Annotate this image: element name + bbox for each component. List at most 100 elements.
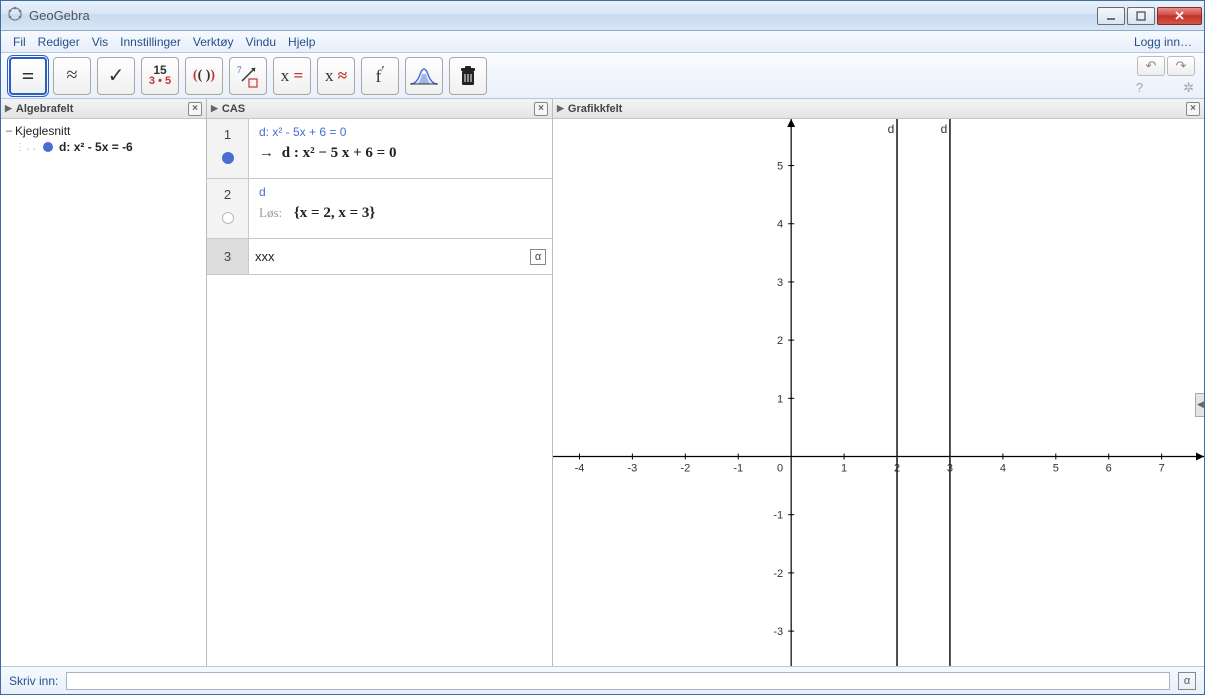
svg-text:4: 4 — [777, 219, 783, 231]
cas-input-text: d: x² - 5x + 6 = 0 — [259, 125, 542, 139]
tool-evaluate-numeric[interactable]: ≈ — [53, 57, 91, 95]
tool-solve-exact[interactable]: x = — [273, 57, 311, 95]
svg-text:0: 0 — [777, 463, 783, 475]
factor-bottom: 3 • 5 — [149, 76, 171, 87]
graphics-panel-header[interactable]: ▶ Grafikkfelt × — [553, 99, 1204, 119]
svg-text:5: 5 — [777, 161, 783, 173]
svg-text:5: 5 — [1053, 463, 1059, 475]
menu-innstillinger[interactable]: Innstillinger — [114, 33, 187, 51]
menu-rediger[interactable]: Rediger — [32, 33, 86, 51]
tool-delete[interactable] — [449, 57, 487, 95]
algebra-panel-header[interactable]: ▶ Algebrafelt × — [1, 99, 206, 119]
cas-input-text: d — [259, 185, 542, 199]
triangle-icon: ▶ — [557, 103, 564, 114]
object-dot-icon — [43, 142, 53, 152]
close-icon[interactable]: × — [188, 102, 202, 116]
toolbar-right: ↶ ↷ ? ✲ — [1136, 56, 1196, 96]
cas-row-3[interactable]: 3 α — [207, 239, 552, 275]
minimize-button[interactable] — [1097, 7, 1125, 25]
tool-probability[interactable] — [405, 57, 443, 95]
svg-text:2: 2 — [777, 335, 783, 347]
svg-text:-3: -3 — [773, 626, 783, 638]
window-controls — [1097, 7, 1202, 25]
menubar: Fil Rediger Vis Innstillinger Verktøy Vi… — [1, 31, 1204, 53]
cas-row-number: 3 — [207, 239, 249, 274]
menu-hjelp[interactable]: Hjelp — [282, 33, 321, 51]
algebra-panel-body: − Kjeglesnitt ⋮.. d: x² - 5x = -6 — [1, 119, 206, 666]
svg-text:-1: -1 — [733, 463, 743, 475]
menu-verktoy[interactable]: Verktøy — [187, 33, 240, 51]
close-icon[interactable]: × — [534, 102, 548, 116]
menu-vis[interactable]: Vis — [86, 33, 114, 51]
sidebar-toggle[interactable]: ◀ — [1195, 393, 1204, 417]
triangle-icon: ▶ — [5, 103, 12, 114]
svg-text:-2: -2 — [773, 568, 783, 580]
window-title: GeoGebra — [7, 6, 1097, 25]
cas-panel-title: CAS — [222, 103, 245, 115]
graph-canvas[interactable]: -4-3-2-11234567-3-2-1123450dd — [553, 119, 1204, 666]
app-window: GeoGebra Fil Rediger Vis Innstillinger V… — [0, 0, 1205, 695]
svg-text:7: 7 — [1159, 463, 1165, 475]
svg-text:d: d — [888, 122, 895, 136]
menu-fil[interactable]: Fil — [7, 33, 32, 51]
titlebar: GeoGebra — [1, 1, 1204, 31]
help-icon[interactable]: ? — [1136, 80, 1143, 96]
svg-text:-1: -1 — [773, 510, 783, 522]
input-bar-field[interactable] — [66, 672, 1170, 690]
cas-panel-body: 1 d: x² - 5x + 6 = 0 → d : x² − 5 x + 6 … — [207, 119, 552, 666]
tool-substitute[interactable]: 7 — [229, 57, 267, 95]
svg-text:-4: -4 — [575, 463, 585, 475]
tool-factor[interactable]: 15 3 • 5 — [141, 57, 179, 95]
svg-text:7: 7 — [237, 65, 242, 75]
tool-parentheses[interactable]: (( )) — [185, 57, 223, 95]
cas-panel-header[interactable]: ▶ CAS × — [207, 99, 552, 119]
svg-text:1: 1 — [841, 463, 847, 475]
cas-row-number: 2 — [207, 179, 249, 238]
input-bar: Skriv inn: α — [1, 666, 1204, 694]
svg-text:1: 1 — [777, 393, 783, 405]
svg-text:6: 6 — [1106, 463, 1112, 475]
cas-output: → d : x² − 5 x + 6 = 0 — [259, 145, 542, 162]
svg-text:d: d — [941, 122, 948, 136]
algebra-item-d[interactable]: ⋮.. d: x² - 5x = -6 — [3, 139, 204, 155]
graphics-panel-body[interactable]: -4-3-2-11234567-3-2-1123450dd ◀ — [553, 119, 1204, 666]
cas-input-field[interactable] — [255, 249, 530, 264]
marker-hollow-icon[interactable] — [222, 212, 234, 224]
alpha-icon[interactable]: α — [530, 249, 546, 265]
redo-button[interactable]: ↷ — [1167, 56, 1195, 76]
tool-evaluate-exact[interactable]: = — [9, 57, 47, 95]
graphics-panel-title: Grafikkfelt — [568, 103, 622, 115]
close-icon[interactable]: × — [1186, 102, 1200, 116]
input-bar-label: Skriv inn: — [9, 674, 58, 688]
alpha-icon[interactable]: α — [1178, 672, 1196, 690]
content-area: ▶ Algebrafelt × − Kjeglesnitt ⋮.. d: x² … — [1, 99, 1204, 666]
graphics-panel: ▶ Grafikkfelt × -4-3-2-11234567-3-2-1123… — [553, 99, 1204, 666]
svg-text:-2: -2 — [680, 463, 690, 475]
algebra-category[interactable]: − Kjeglesnitt — [3, 123, 204, 139]
close-button[interactable] — [1157, 7, 1202, 25]
cas-row-number: 1 — [207, 119, 249, 178]
menu-vindu[interactable]: Vindu — [240, 33, 282, 51]
tool-keep-input[interactable]: ✓ — [97, 57, 135, 95]
tool-solve-numeric[interactable]: x ≈ — [317, 57, 355, 95]
svg-text:-3: -3 — [627, 463, 637, 475]
cas-row-2[interactable]: 2 d Løs: {x = 2, x = 3} — [207, 179, 552, 239]
cas-row-1[interactable]: 1 d: x² - 5x + 6 = 0 → d : x² − 5 x + 6 … — [207, 119, 552, 179]
settings-icon[interactable]: ✲ — [1183, 80, 1194, 96]
app-icon — [7, 6, 23, 25]
algebra-panel-title: Algebrafelt — [16, 103, 73, 115]
algebra-panel: ▶ Algebrafelt × − Kjeglesnitt ⋮.. d: x² … — [1, 99, 207, 666]
maximize-button[interactable] — [1127, 7, 1155, 25]
algebra-item-label: d: x² - 5x = -6 — [59, 140, 133, 154]
cas-output: Løs: {x = 2, x = 3} — [259, 205, 542, 222]
undo-button[interactable]: ↶ — [1137, 56, 1165, 76]
tool-derivative[interactable]: f′ — [361, 57, 399, 95]
login-link[interactable]: Logg inn… — [1128, 33, 1198, 51]
algebra-category-label: Kjeglesnitt — [15, 124, 70, 138]
triangle-icon: ▶ — [211, 103, 218, 114]
marker-filled-icon[interactable] — [222, 152, 234, 164]
svg-text:3: 3 — [777, 277, 783, 289]
window-title-text: GeoGebra — [29, 8, 90, 23]
cas-panel: ▶ CAS × 1 d: x² - 5x + 6 = 0 → d : x² − … — [207, 99, 553, 666]
svg-text:4: 4 — [1000, 463, 1006, 475]
